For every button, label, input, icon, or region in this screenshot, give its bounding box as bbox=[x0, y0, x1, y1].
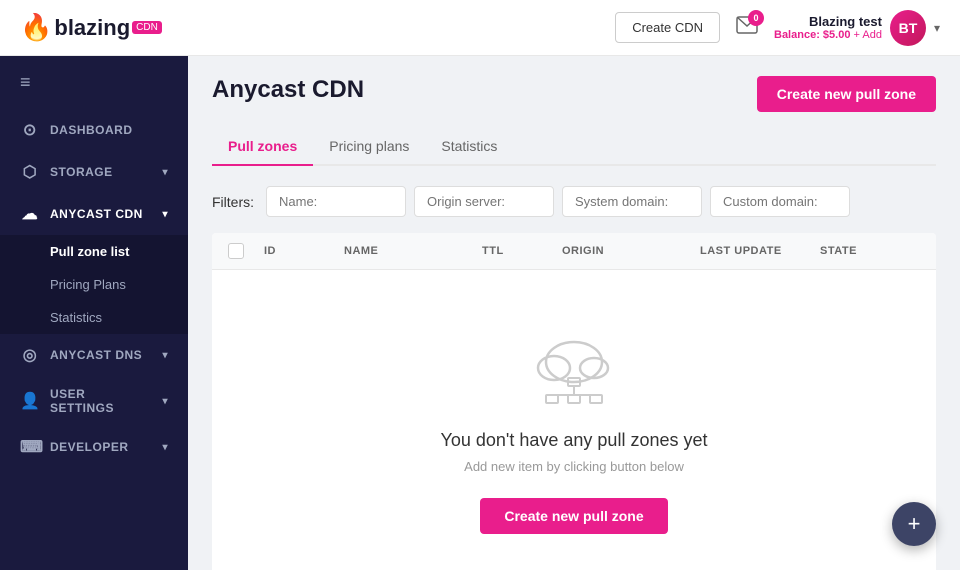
sidebar-item-developer[interactable]: ⌨ DEVELOPER ▾ bbox=[0, 426, 188, 468]
create-cdn-button[interactable]: Create CDN bbox=[615, 12, 720, 43]
main-content: Anycast CDN Create new pull zone Pull zo… bbox=[188, 56, 960, 570]
table-header: ID NAME TTL ORIGIN LAST UPDATE STATE bbox=[212, 233, 936, 270]
sidebar-sub-item-pull-zone-list[interactable]: Pull zone list bbox=[0, 235, 188, 268]
user-settings-chevron-icon: ▾ bbox=[162, 396, 168, 407]
balance-amount: $5.00 bbox=[823, 29, 851, 41]
logo: 🔥 blazing CDN bbox=[20, 12, 615, 43]
col-name: NAME bbox=[344, 245, 482, 257]
sidebar-item-anycast-dns[interactable]: ◎ ANYCAST DNS ▾ bbox=[0, 334, 188, 376]
fab-button[interactable]: + bbox=[892, 502, 936, 546]
user-settings-icon: 👤 bbox=[20, 391, 40, 411]
tabs: Pull zones Pricing plans Statistics bbox=[212, 128, 936, 166]
anycast-dns-chevron-icon: ▾ bbox=[162, 350, 168, 361]
system-domain-filter-input[interactable] bbox=[562, 186, 702, 217]
storage-icon: ⬡ bbox=[20, 162, 40, 182]
col-state: STATE bbox=[820, 245, 920, 257]
tab-pricing-plans[interactable]: Pricing plans bbox=[313, 128, 425, 166]
create-pull-zone-button[interactable]: Create new pull zone bbox=[757, 76, 936, 112]
header-right: Create CDN 0 Blazing test Balance: $5.00… bbox=[615, 10, 940, 46]
developer-icon: ⌨ bbox=[20, 437, 40, 457]
tab-statistics[interactable]: Statistics bbox=[425, 128, 513, 166]
storage-chevron-icon: ▾ bbox=[162, 167, 168, 178]
sidebar-sub-menu: Pull zone list Pricing Plans Statistics bbox=[0, 235, 188, 334]
chevron-down-icon: ▾ bbox=[934, 21, 940, 35]
header-checkbox-cell bbox=[228, 243, 264, 259]
sidebar-item-label: USER SETTINGS bbox=[50, 387, 152, 415]
cloud-network-icon bbox=[524, 330, 624, 410]
sidebar-item-label: STORAGE bbox=[50, 165, 113, 179]
user-info[interactable]: Blazing test Balance: $5.00 + Add BT ▾ bbox=[774, 10, 940, 46]
sidebar-item-label: ANYCAST CDN bbox=[50, 207, 143, 221]
page-header: Anycast CDN Create new pull zone bbox=[212, 76, 936, 112]
filters-label: Filters: bbox=[212, 194, 254, 210]
tab-pull-zones[interactable]: Pull zones bbox=[212, 128, 313, 166]
table-container: ID NAME TTL ORIGIN LAST UPDATE STATE bbox=[212, 233, 936, 570]
logo-flame-icon: 🔥 bbox=[20, 12, 52, 43]
mail-badge: 0 bbox=[748, 10, 764, 26]
balance-label: Balance: bbox=[774, 29, 820, 41]
col-last-update: LAST UPDATE bbox=[700, 245, 820, 257]
user-name-block: Blazing test Balance: $5.00 + Add bbox=[774, 14, 882, 41]
empty-state-title: You don't have any pull zones yet bbox=[441, 430, 708, 451]
hamburger-icon[interactable]: ≡ bbox=[0, 56, 188, 109]
page-title: Anycast CDN bbox=[212, 76, 364, 104]
col-origin: ORIGIN bbox=[562, 245, 700, 257]
col-ttl: TTL bbox=[482, 245, 562, 257]
sidebar-sub-item-statistics[interactable]: Statistics bbox=[0, 301, 188, 334]
empty-state-subtitle: Add new item by clicking button below bbox=[464, 459, 684, 474]
name-filter-input[interactable] bbox=[266, 186, 406, 217]
sidebar-item-label: ANYCAST DNS bbox=[50, 348, 142, 362]
logo-text: blazing bbox=[54, 15, 130, 41]
logo-cdn-badge: CDN bbox=[132, 21, 162, 34]
select-all-checkbox[interactable] bbox=[228, 243, 244, 259]
anycast-dns-icon: ◎ bbox=[20, 345, 40, 365]
developer-chevron-icon: ▾ bbox=[162, 442, 168, 453]
avatar: BT bbox=[890, 10, 926, 46]
sidebar-item-dashboard[interactable]: ⊙ DASHBOARD bbox=[0, 109, 188, 151]
balance-add-link[interactable]: + Add bbox=[854, 29, 882, 41]
user-balance: Balance: $5.00 + Add bbox=[774, 29, 882, 41]
sidebar-item-storage[interactable]: ⬡ STORAGE ▾ bbox=[0, 151, 188, 193]
anycast-cdn-chevron-icon: ▾ bbox=[162, 209, 168, 220]
sidebar-item-label: DEVELOPER bbox=[50, 440, 129, 454]
header: 🔥 blazing CDN Create CDN 0 Blazing test … bbox=[0, 0, 960, 56]
content-area: Anycast CDN Create new pull zone Pull zo… bbox=[188, 56, 960, 570]
col-id: ID bbox=[264, 245, 344, 257]
dashboard-icon: ⊙ bbox=[20, 120, 40, 140]
anycast-cdn-icon: ☁ bbox=[20, 204, 40, 224]
origin-filter-input[interactable] bbox=[414, 186, 554, 217]
filters-bar: Filters: bbox=[212, 186, 936, 217]
layout: ≡ ⊙ DASHBOARD ⬡ STORAGE ▾ ☁ ANYCAST CDN … bbox=[0, 56, 960, 570]
sidebar-item-label: DASHBOARD bbox=[50, 123, 133, 137]
mail-icon-wrap[interactable]: 0 bbox=[736, 16, 758, 39]
sidebar-sub-item-pricing-plans[interactable]: Pricing Plans bbox=[0, 268, 188, 301]
sidebar-item-anycast-cdn[interactable]: ☁ ANYCAST CDN ▾ bbox=[0, 193, 188, 235]
sidebar-item-user-settings[interactable]: 👤 USER SETTINGS ▾ bbox=[0, 376, 188, 426]
sidebar: ≡ ⊙ DASHBOARD ⬡ STORAGE ▾ ☁ ANYCAST CDN … bbox=[0, 56, 188, 570]
empty-state: You don't have any pull zones yet Add ne… bbox=[212, 270, 936, 570]
custom-domain-filter-input[interactable] bbox=[710, 186, 850, 217]
empty-create-pull-zone-button[interactable]: Create new pull zone bbox=[480, 498, 667, 534]
user-name: Blazing test bbox=[774, 14, 882, 29]
